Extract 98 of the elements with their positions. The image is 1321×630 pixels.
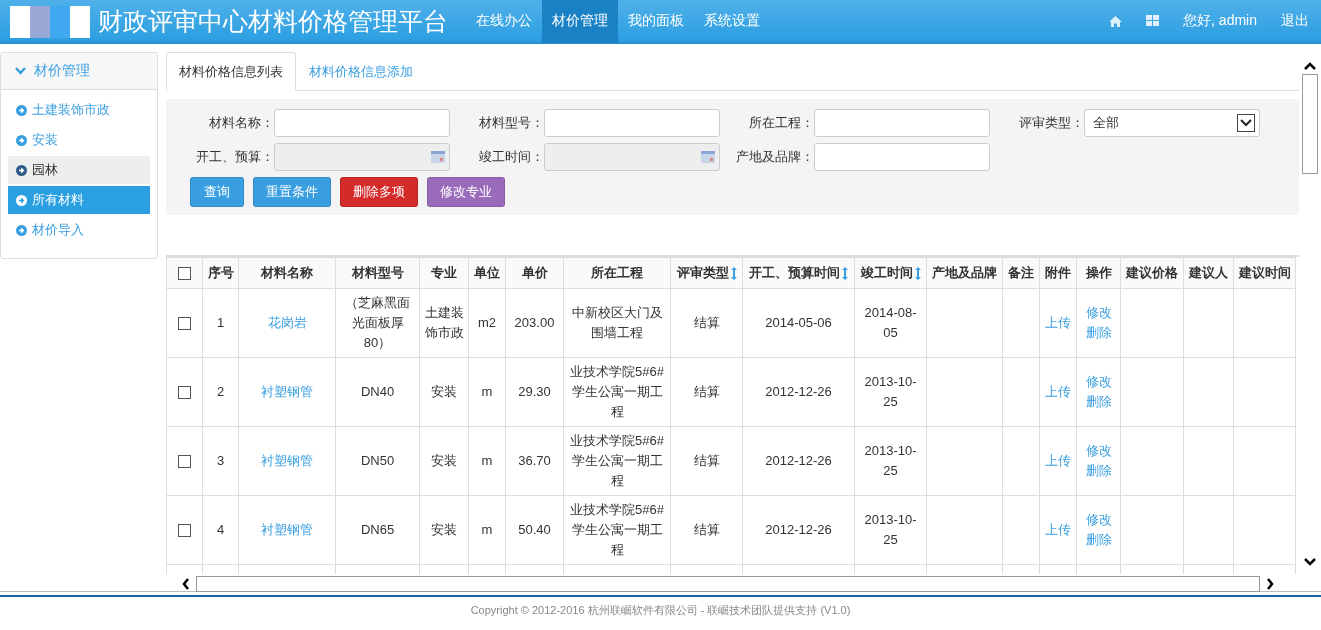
sidebar-item[interactable]: 所有材料 <box>8 186 150 214</box>
nav-tab[interactable]: 在线办公 <box>466 0 542 43</box>
table-cell: 中新校区大门及围墙工程 <box>563 288 671 358</box>
table-cell: 业技术学院5#6#学生公寓一期工程 <box>563 495 671 565</box>
copyright-text: Copyright © 2012-2016 杭州联崛软件有限公司 - 联崛技术团队提供支持 (V1.0) <box>470 603 851 618</box>
nav-tab[interactable]: 材价管理 <box>542 0 618 43</box>
column-header: 操作 <box>1076 257 1121 289</box>
sidebar-heading[interactable]: 材价管理 <box>1 53 157 90</box>
field-label: 材料名称： <box>208 114 274 132</box>
table-cell: m <box>468 426 506 496</box>
sidebar-item[interactable]: 土建装饰市政 <box>8 96 150 124</box>
upload-link[interactable]: 上传 <box>1045 522 1071 537</box>
column-header: 产地及品牌 <box>926 257 1003 289</box>
table-cell: 3 <box>202 426 239 496</box>
delete-link[interactable]: 删除 <box>1080 392 1117 412</box>
table-cell: 203.00 <box>505 288 564 358</box>
table-cell: 安装 <box>419 495 469 565</box>
edit-link[interactable]: 修改 <box>1080 372 1117 392</box>
edit-link[interactable]: 修改 <box>1080 441 1117 461</box>
upload-link[interactable]: 上传 <box>1045 453 1071 468</box>
user-greeting[interactable]: 您好, admin <box>1183 12 1257 30</box>
table-cell: 2014-08-05 <box>854 288 927 358</box>
material-name-link[interactable]: 花岗岩 <box>267 315 307 330</box>
material-name-link[interactable]: 衬塑钢管 <box>261 453 313 468</box>
column-header: 附件 <box>1039 257 1077 289</box>
sidebar-item[interactable]: 材价导入 <box>8 216 150 244</box>
material-name-link[interactable]: 衬塑钢管 <box>261 384 313 399</box>
table-cell: 业技术学院5#6#学生公寓一期工程 <box>563 426 671 496</box>
action-button[interactable]: 删除多项 <box>340 177 418 207</box>
edit-link[interactable]: 修改 <box>1080 303 1117 323</box>
column-header: 建议价格 <box>1120 257 1184 289</box>
material-name-link[interactable]: 衬塑钢管 <box>261 522 313 537</box>
column-header: 单位 <box>468 257 506 289</box>
app-title: 财政评审中心材料价格管理平台 <box>98 5 448 37</box>
field-label: 评审类型： <box>1018 114 1084 132</box>
table-cell: DN40 <box>335 357 420 427</box>
field-label: 竣工时间： <box>478 148 544 166</box>
column-header: 材料名称 <box>238 257 336 289</box>
column-header: 单价 <box>505 257 564 289</box>
table-cell: 36.70 <box>505 426 564 496</box>
delete-link[interactable]: 删除 <box>1080 530 1117 550</box>
tab[interactable]: 材料价格信息列表 <box>166 52 296 91</box>
action-button[interactable]: 重置条件 <box>253 177 331 207</box>
column-header[interactable]: 评审类型 <box>670 257 743 289</box>
table-cell: 结算 <box>670 288 743 358</box>
tab[interactable]: 材料价格信息添加 <box>296 52 426 91</box>
column-header: 建议人 <box>1183 257 1234 289</box>
review-type-select[interactable]: 全部 <box>1084 109 1260 137</box>
action-button[interactable]: 查询 <box>190 177 244 207</box>
delete-link[interactable]: 删除 <box>1080 323 1117 343</box>
sidebar-item[interactable]: 园林 <box>8 156 150 184</box>
delete-link[interactable]: 删除 <box>1080 461 1117 481</box>
upload-link[interactable]: 上传 <box>1045 384 1071 399</box>
table-cell: 2012-12-26 <box>742 495 855 565</box>
column-header[interactable]: 开工、预算时间 <box>742 257 855 289</box>
table-cell: 2 <box>202 357 239 427</box>
table-cell: （芝麻黑面光面板厚80） <box>335 288 420 358</box>
table-cell: 结算 <box>670 426 743 496</box>
table-cell: 土建装饰市政 <box>419 288 469 358</box>
table-cell: 安装 <box>419 426 469 496</box>
upload-link[interactable]: 上传 <box>1045 315 1071 330</box>
sidebar-item[interactable]: 安装 <box>8 126 150 154</box>
table-cell: DN50 <box>335 426 420 496</box>
table-cell: 结算 <box>670 495 743 565</box>
table-cell: m <box>468 357 506 427</box>
edit-link[interactable]: 修改 <box>1080 510 1117 530</box>
table-cell: DN65 <box>335 495 420 565</box>
table-cell: 2013-10-25 <box>854 357 927 427</box>
column-header[interactable]: 竣工时间 <box>854 257 927 289</box>
table-cell: m <box>468 495 506 565</box>
field-label: 材料型号： <box>478 114 544 132</box>
sidebar-title: 材价管理 <box>34 62 90 80</box>
nav-tab[interactable]: 我的面板 <box>618 0 694 43</box>
table-cell: 29.30 <box>505 357 564 427</box>
table-cell: 2014-05-06 <box>742 288 855 358</box>
column-header: 所在工程 <box>563 257 671 289</box>
nav-tab[interactable]: 系统设置 <box>694 0 770 43</box>
column-header: 材料型号 <box>335 257 420 289</box>
logout-link[interactable]: 退出 <box>1281 12 1309 30</box>
table-cell: 1 <box>202 288 239 358</box>
column-header: 备注 <box>1002 257 1040 289</box>
column-header: 序号 <box>202 257 239 289</box>
table-cell: 业技术学院5#6#学生公寓一期工程 <box>563 357 671 427</box>
table-cell: 50.40 <box>505 495 564 565</box>
table-cell: m2 <box>468 288 506 358</box>
action-button[interactable]: 修改专业 <box>427 177 505 207</box>
field-label: 所在工程： <box>748 114 814 132</box>
table-cell: 2012-12-26 <box>742 357 855 427</box>
field-label: 产地及品牌： <box>735 148 814 166</box>
field-label: 开工、预算： <box>195 148 274 166</box>
table-cell: 4 <box>202 495 239 565</box>
column-header: 专业 <box>419 257 469 289</box>
table-cell: 结算 <box>670 357 743 427</box>
table-cell: 2013-10-25 <box>854 495 927 565</box>
table-cell: 2012-12-26 <box>742 426 855 496</box>
table-cell: 2013-10-25 <box>854 426 927 496</box>
table-cell: 安装 <box>419 357 469 427</box>
column-header: 建议时间 <box>1233 257 1296 289</box>
